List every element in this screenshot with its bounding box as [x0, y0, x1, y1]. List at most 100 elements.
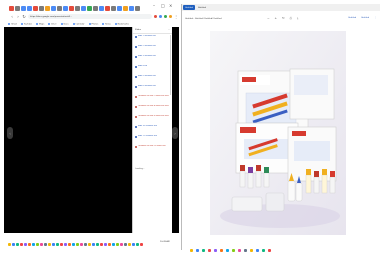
- taskbar-app-icon[interactable]: [208, 248, 211, 252]
- panel-scrollbar[interactable]: [170, 35, 171, 95]
- taskbar-app-icon[interactable]: [52, 242, 55, 246]
- previous-arrow-icon[interactable]: ‹: [7, 127, 13, 139]
- bookmark-item[interactable]: Calendar: [72, 22, 85, 25]
- taskbar-app-icon[interactable]: [44, 242, 47, 246]
- tab-favicon-icon[interactable]: [15, 5, 20, 11]
- more-icon[interactable]: ⋮: [374, 17, 376, 19]
- print-icon[interactable]: ⎙: [290, 16, 292, 20]
- tab-favicon-icon[interactable]: [87, 5, 92, 11]
- taskbar-app-icon[interactable]: [72, 242, 75, 246]
- download-icon[interactable]: ⤓: [297, 16, 298, 20]
- taskbar-app-icon[interactable]: [32, 242, 35, 246]
- taskbar-app-icon[interactable]: [112, 242, 115, 246]
- bookmark-item[interactable]: Maps: [35, 22, 44, 25]
- video-area[interactable]: [4, 27, 132, 233]
- back-icon[interactable]: ‹: [10, 14, 14, 19]
- panel-options-icon[interactable]: ⋯: [168, 29, 170, 31]
- taskbar-app-icon[interactable]: [92, 242, 95, 246]
- taskbar-app-icon[interactable]: [40, 242, 43, 246]
- extension-icon[interactable]: [164, 15, 167, 18]
- taskbar-app-icon[interactable]: [132, 242, 135, 246]
- taskbar-app-icon[interactable]: [120, 242, 123, 246]
- taskbar-app-icon[interactable]: [256, 248, 259, 252]
- taskbar-app-icon[interactable]: [60, 242, 63, 246]
- tab-favicon-icon[interactable]: [9, 5, 14, 11]
- maximize-icon[interactable]: □: [161, 4, 165, 8]
- reload-icon[interactable]: ↻: [22, 14, 26, 19]
- tab-favicon-icon[interactable]: [111, 5, 116, 11]
- panel-list-item[interactable]: Comment on slide 12 linked text: [135, 145, 170, 154]
- tab-favicon-icon[interactable]: [123, 5, 128, 11]
- taskbar-app-icon[interactable]: [268, 248, 271, 252]
- taskbar-app-icon[interactable]: [232, 248, 235, 252]
- panel-list-item[interactable]: Slide 2 (Untitled) link: [135, 45, 170, 54]
- tab-favicon-icon[interactable]: [135, 5, 140, 11]
- taskbar-app-icon[interactable]: [8, 242, 11, 246]
- panel-list-item[interactable]: Comment on slide 8 linked text here: [135, 105, 170, 114]
- bookmark-item[interactable]: News: [102, 22, 111, 25]
- taskbar-app-icon[interactable]: [36, 242, 39, 246]
- right-action-link[interactable]: Untitled: [348, 17, 356, 19]
- taskbar-app-icon[interactable]: [12, 242, 15, 246]
- taskbar-app-icon[interactable]: [16, 242, 19, 246]
- bookmark-item[interactable]: Gmail: [8, 22, 17, 25]
- panel-list-item[interactable]: Comment on slide 7 linked text here: [135, 95, 170, 104]
- taskbar-app-icon[interactable]: [116, 242, 119, 246]
- next-arrow-icon[interactable]: ›: [172, 127, 178, 139]
- taskbar-app-icon[interactable]: [124, 242, 127, 246]
- taskbar-app-icon[interactable]: [226, 248, 229, 252]
- rotate-icon[interactable]: ↻: [282, 16, 285, 20]
- tab-favicon-icon[interactable]: [105, 5, 110, 11]
- taskbar-app-icon[interactable]: [136, 242, 139, 246]
- tab-favicon-icon[interactable]: [129, 5, 134, 11]
- taskbar-app-icon[interactable]: [76, 242, 79, 246]
- right-action-link[interactable]: Untitled: [361, 17, 369, 19]
- zoom-out-icon[interactable]: −: [267, 16, 270, 20]
- taskbar-app-icon[interactable]: [100, 242, 103, 246]
- taskbar-app-icon[interactable]: [220, 248, 223, 252]
- taskbar-app-icon[interactable]: [190, 248, 193, 252]
- panel-list-item[interactable]: Slide 6 (Untitled) link: [135, 85, 170, 94]
- right-tab[interactable]: Untitled: [196, 5, 208, 10]
- tab-favicon-icon[interactable]: [75, 5, 80, 11]
- panel-list-item[interactable]: Slide 1 (Untitled) link: [135, 35, 170, 44]
- bookmark-item[interactable]: Bookmarks: [114, 22, 129, 25]
- tab-favicon-icon[interactable]: [39, 5, 44, 11]
- taskbar-app-icon[interactable]: [244, 248, 247, 252]
- bookmark-item[interactable]: Drive: [48, 22, 57, 25]
- taskbar-app-icon[interactable]: [250, 248, 253, 252]
- tab-favicon-icon[interactable]: [99, 5, 104, 11]
- taskbar-app-icon[interactable]: [80, 242, 83, 246]
- taskbar-app-icon[interactable]: [140, 242, 143, 246]
- tab-favicon-icon[interactable]: [93, 5, 98, 11]
- tab-favicon-icon[interactable]: [81, 5, 86, 11]
- taskbar-app-icon[interactable]: [56, 242, 59, 246]
- panel-list-item[interactable]: Slide 11 (Untitled) link: [135, 135, 170, 144]
- minimize-icon[interactable]: –: [153, 4, 155, 8]
- taskbar-app-icon[interactable]: [88, 242, 91, 246]
- forward-icon[interactable]: ›: [16, 14, 20, 19]
- extension-icon[interactable]: [154, 15, 157, 18]
- tab-favicon-icon[interactable]: [69, 5, 74, 11]
- taskbar-app-icon[interactable]: [84, 242, 87, 246]
- menu-icon[interactable]: ⋮: [174, 14, 178, 19]
- taskbar-app-icon[interactable]: [196, 248, 199, 252]
- bookmark-item[interactable]: YouTube: [20, 22, 32, 25]
- tab-favicon-icon[interactable]: [45, 5, 50, 11]
- taskbar-app-icon[interactable]: [24, 242, 27, 246]
- bookmark-item[interactable]: Photos: [88, 22, 98, 25]
- panel-list-item[interactable]: Slide 3 (Untitled) link: [135, 55, 170, 64]
- taskbar-app-icon[interactable]: [262, 248, 265, 252]
- panel-list-item[interactable]: Slide 10 (Untitled) link: [135, 125, 170, 134]
- tab-favicon-icon[interactable]: [51, 5, 56, 11]
- taskbar-app-icon[interactable]: [48, 242, 51, 246]
- taskbar-app-icon[interactable]: [214, 248, 217, 252]
- zoom-in-icon[interactable]: +: [275, 16, 278, 20]
- tab-favicon-icon[interactable]: [117, 5, 122, 11]
- tab-favicon-icon[interactable]: [33, 5, 38, 11]
- extension-icon[interactable]: [159, 15, 162, 18]
- panel-list-item[interactable]: Comment on slide 9 linked text here: [135, 115, 170, 124]
- bookmark-item[interactable]: Docs: [60, 22, 69, 25]
- panel-list-item[interactable]: Slide 5 (Untitled) link: [135, 75, 170, 84]
- taskbar-app-icon[interactable]: [68, 242, 71, 246]
